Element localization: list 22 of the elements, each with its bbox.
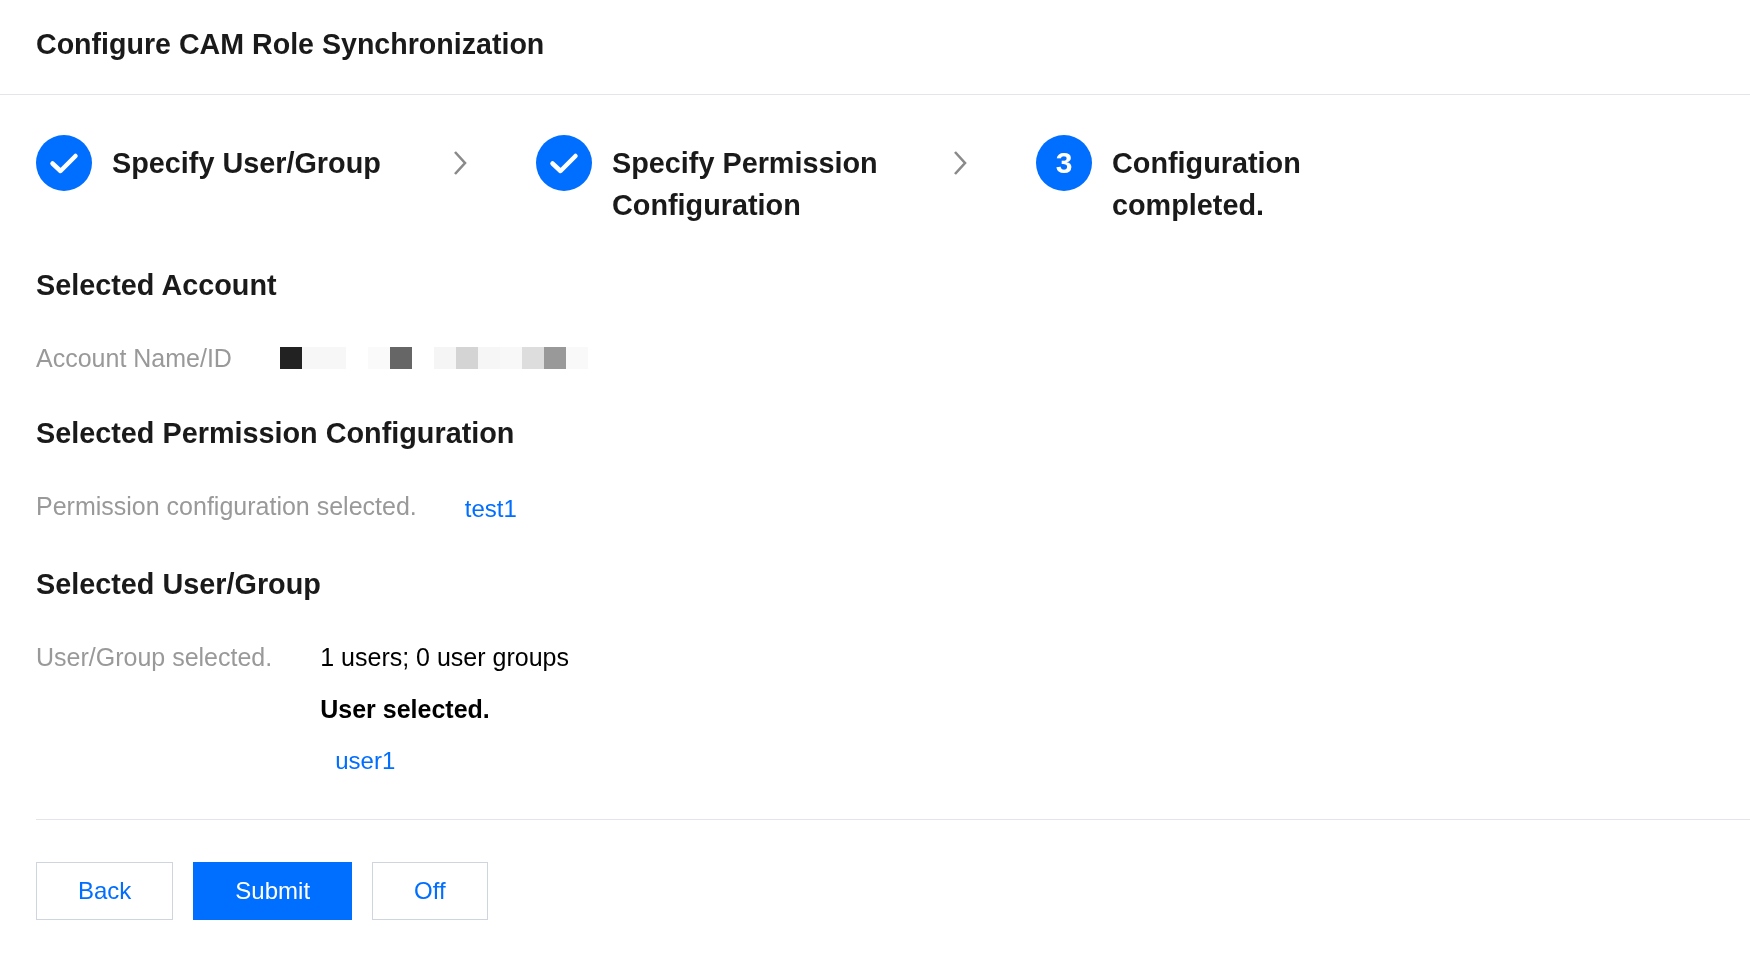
value-link[interactable]: test1 <box>464 490 517 525</box>
action-button[interactable]: Back <box>36 862 174 920</box>
field-value: 1 users; 0 user groups <box>320 642 569 673</box>
field-label: Permission configuration selected. <box>36 491 417 522</box>
chevron-right-icon <box>453 150 467 176</box>
check-circle-icon <box>536 135 592 191</box>
step-label: Specify User/Group <box>112 146 382 181</box>
section-heading: Selected Account <box>36 268 277 303</box>
section-heading: Selected Permission Configuration <box>36 416 515 451</box>
step-label: Configuration completed. <box>1112 146 1302 223</box>
check-circle-icon <box>36 135 92 191</box>
step-number: 3 <box>1036 135 1092 191</box>
user-link[interactable]: user1 <box>335 745 396 777</box>
page-title: Configure CAM Role Synchronization <box>36 27 545 62</box>
section-heading: Selected User/Group <box>36 567 321 602</box>
field-label: User/Group selected. <box>36 642 273 673</box>
list-heading: User selected. <box>320 694 490 725</box>
action-button[interactable]: Submit <box>193 862 353 920</box>
step-label: Specify Permission Configuration <box>612 146 879 223</box>
chevron-right-icon <box>953 150 967 176</box>
action-button[interactable]: Off <box>372 862 488 920</box>
field-label: Account Name/ID <box>36 343 232 374</box>
